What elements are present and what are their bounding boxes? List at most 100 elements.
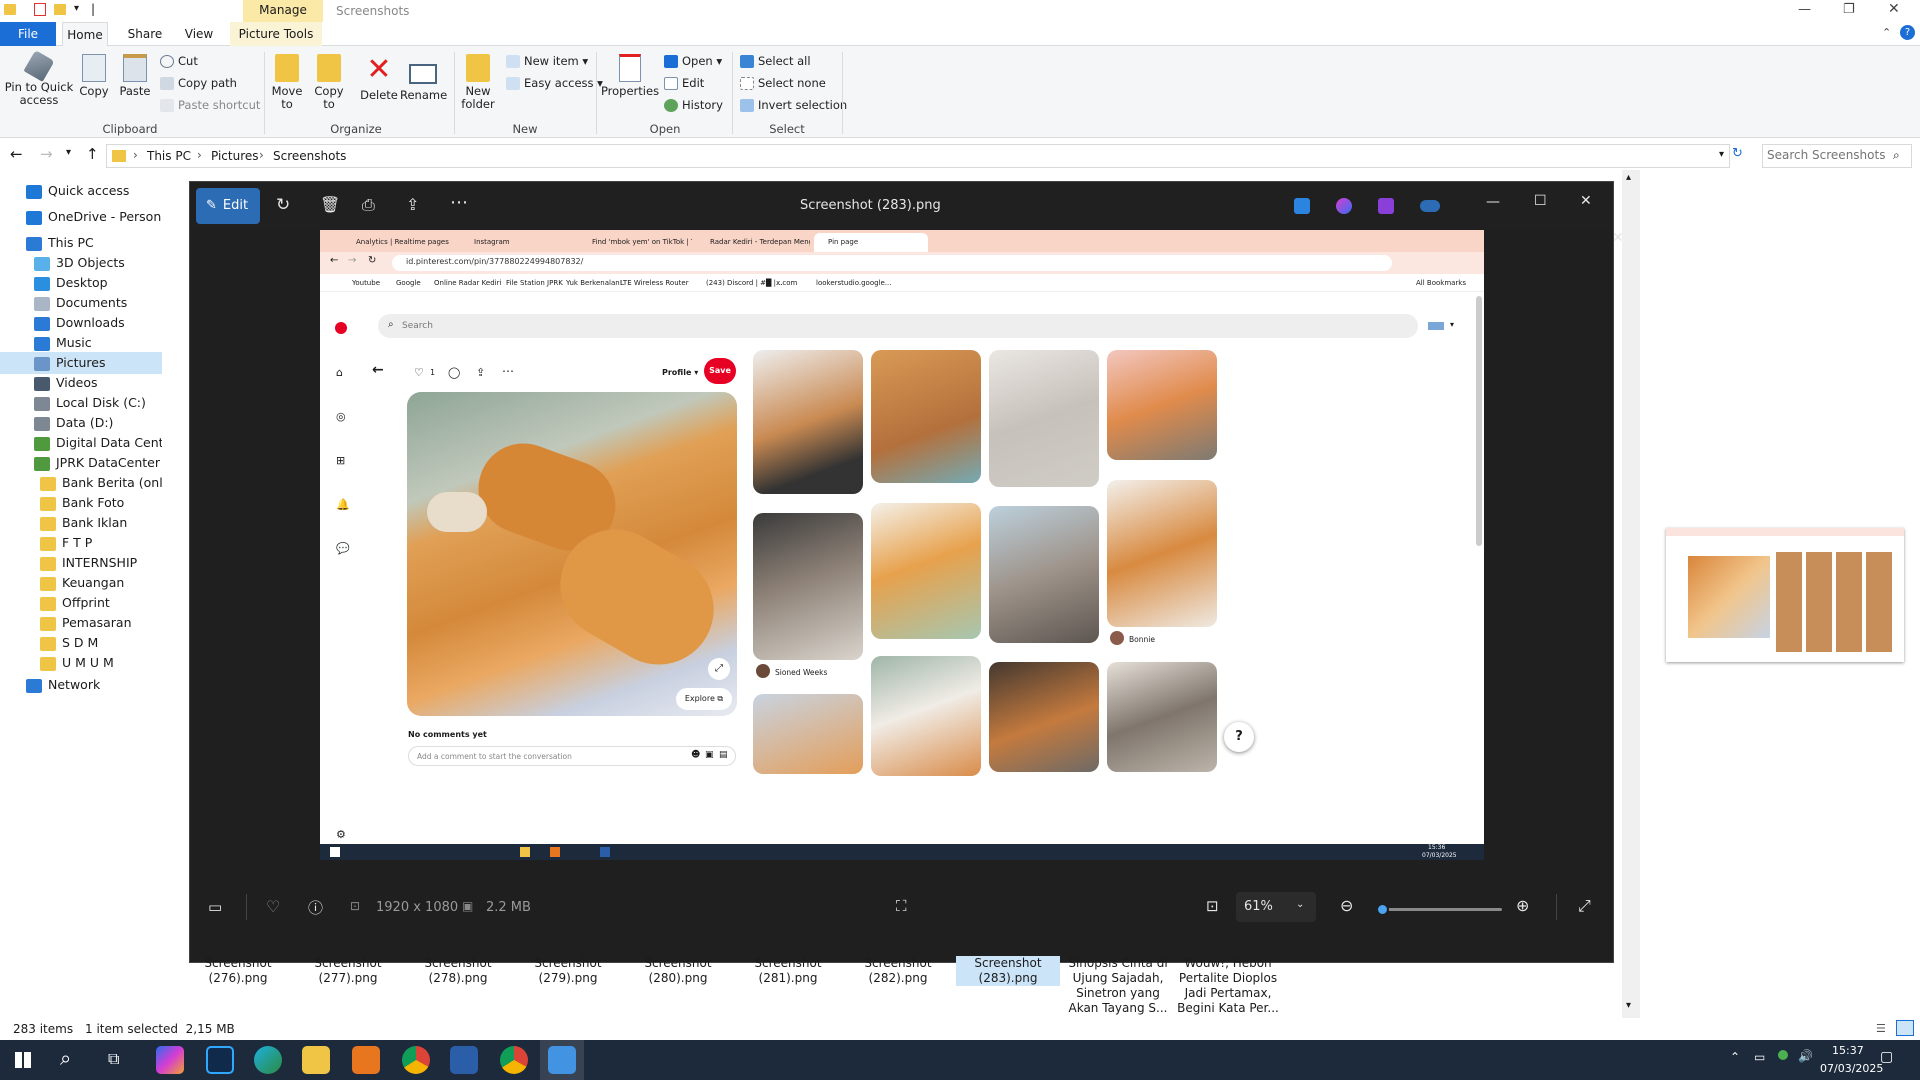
taskbar-date[interactable]: 07/03/2025 [1820,1062,1883,1075]
bookmark-item[interactable]: lookerstudio.google... [816,279,891,287]
file-item[interactable]: Wouw!, Heboh Pertalite Dioplos Jadi Pert… [1176,956,1280,1016]
easy-access-button[interactable]: Easy access ▾ [506,76,603,90]
browser-url-bar[interactable]: id.pinterest.com/pin/377880224994807832/ [392,255,1392,271]
tab-file[interactable]: File [0,22,56,46]
tray-chevron-icon[interactable]: ⌃ [1730,1050,1740,1064]
search-box[interactable]: ⌕ [1762,144,1912,168]
profile-dropdown[interactable]: Profile ▾ [662,368,698,377]
back-arrow-icon[interactable]: ← [10,145,23,163]
zoom-slider[interactable] [1376,903,1502,916]
copy-path-button[interactable]: Copy path [160,76,237,90]
expand-icon[interactable]: ⤢ [708,658,730,680]
zoom-slider-thumb[interactable] [1376,903,1390,916]
messages-icon[interactable]: 💬 [336,542,350,555]
browser-tab[interactable]: Pin page [814,233,928,252]
search-input[interactable] [1767,148,1887,162]
select-none-button[interactable]: Select none [740,76,826,90]
filmstrip-icon[interactable]: ▭ [208,898,222,916]
related-pin[interactable] [989,350,1099,487]
info-icon[interactable]: ⓘ [308,897,323,918]
comment-box[interactable]: Add a comment to start the conversation … [408,746,736,766]
comment-icon[interactable]: ◯ [448,366,460,379]
nav-item-pictures[interactable]: Pictures [0,352,162,374]
scroll-up-icon[interactable]: ▴ [1626,172,1631,183]
paste-button[interactable]: Paste [116,54,154,98]
details-view-icon[interactable]: ☰ [1876,1022,1886,1035]
properties-qat-icon[interactable] [34,3,46,16]
related-pin[interactable] [753,513,863,660]
taskbar-time[interactable]: 15:37 [1832,1044,1864,1057]
scroll-down-icon[interactable]: ▾ [1626,1000,1631,1011]
refresh-icon[interactable]: ↻ [1732,146,1743,161]
help-icon[interactable]: ? [1900,25,1915,40]
related-pin[interactable] [989,506,1099,643]
file-item[interactable]: Screenshot (277).png [296,956,400,986]
file-item[interactable]: Screenshot (276).png [186,956,290,986]
pin-to-quick-access-button[interactable]: Pin to Quick access [4,50,74,107]
search-icon[interactable]: ⌕ [1893,148,1900,163]
nav-item-u-m-u-m[interactable]: U M U M [0,652,162,674]
bookmark-item[interactable]: x.com [776,279,797,287]
file-item[interactable]: Screenshot (281).png [736,956,840,986]
up-arrow-icon[interactable]: ↑ [86,145,99,163]
address-bar[interactable]: › This PC › Pictures › Screenshots ▾ [106,144,1730,168]
invert-selection-button[interactable]: Invert selection [740,98,847,112]
emoji-icon[interactable]: ☻ [691,750,700,760]
mail-app-icon[interactable] [352,1046,380,1074]
bookmark-item[interactable]: Yuk Berkenalan! [566,279,623,287]
file-item[interactable]: Screenshot (282).png [846,956,950,986]
fit-to-window-icon[interactable]: ⊡ [1206,897,1219,915]
nav-item-videos[interactable]: Videos [0,372,162,394]
file-explorer-icon[interactable] [302,1046,330,1074]
bookmark-item[interactable]: LTE Wireless Router [620,279,689,287]
nav-item-s-d-m[interactable]: S D M [0,632,162,654]
chrome-profile-icon[interactable] [500,1046,528,1074]
file-item[interactable]: Sinopsis Cinta di Ujung Sajadah, Sinetro… [1066,956,1170,1016]
pin-user-name[interactable]: Bonnie [1129,635,1155,644]
new-folder-button[interactable]: New folder [458,54,498,111]
notifications-icon[interactable]: 🔔 [336,498,350,511]
related-pin[interactable] [871,656,981,776]
select-all-button[interactable]: Select all [740,54,811,68]
pin-save-button[interactable]: Save [704,358,736,384]
explore-button[interactable]: Explore ⧉ [676,688,732,710]
nav-item-bank-iklan[interactable]: Bank Iklan [0,512,162,534]
tab-picture-tools[interactable]: Picture Tools [230,22,322,46]
onedrive-icon[interactable] [1420,200,1440,212]
nav-item-local-disk-c[interactable]: Local Disk (C:) [0,392,162,414]
browser-tab[interactable]: Instagram [460,233,574,252]
forward-arrow-icon[interactable]: → [40,145,53,163]
account-chevron-icon[interactable]: ▾ [1450,320,1454,329]
breadcrumb-screenshots[interactable]: Screenshots [273,149,346,163]
pin-more-icon[interactable]: ⋯ [502,364,514,378]
related-pin[interactable] [1107,662,1217,772]
pin-user-avatar[interactable] [1110,631,1124,645]
zoom-dropdown[interactable]: 61% ⌄ [1236,892,1316,922]
explore-icon[interactable]: ◎ [336,410,346,423]
viewer-close-button[interactable]: ✕ [1580,193,1592,209]
home-icon[interactable]: ⌂ [336,366,343,379]
settings-icon[interactable]: ⚙ [336,828,346,841]
nav-item-this-pc[interactable]: This PC [0,232,162,254]
nav-item-downloads[interactable]: Downloads [0,312,162,334]
nav-item-bank-foto[interactable]: Bank Foto [0,492,162,514]
image-upload-icon[interactable]: ▤ [719,750,728,760]
notifications-tray-icon[interactable]: ▢ [1880,1049,1893,1065]
close-button[interactable]: ✕ [1888,1,1900,17]
copy-button[interactable]: Copy [76,54,112,98]
tab-home[interactable]: Home [62,22,108,46]
file-item[interactable]: Screenshot (279).png [516,956,620,986]
nav-item-internship[interactable]: INTERNSHIP [0,552,162,574]
edge-icon[interactable] [254,1046,282,1074]
visual-search-icon[interactable]: ⛶ [896,897,907,915]
edit-button[interactable]: ✎ Edit [196,188,260,224]
qat-dropdown-icon[interactable]: ▾ [74,3,79,14]
browser-tab[interactable]: Find 'mbok yem' on TikTok | Ti [578,233,692,252]
browser-back-icon[interactable]: ← [330,255,338,266]
browser-reload-icon[interactable]: ↻ [368,255,376,266]
nav-item-3d-objects[interactable]: 3D Objects [0,252,162,274]
nav-item-data-d[interactable]: Data (D:) [0,412,162,434]
nav-item-pemasaran[interactable]: Pemasaran [0,612,162,634]
rotate-icon[interactable]: ↻ [276,195,290,215]
cut-button[interactable]: Cut [160,54,198,68]
